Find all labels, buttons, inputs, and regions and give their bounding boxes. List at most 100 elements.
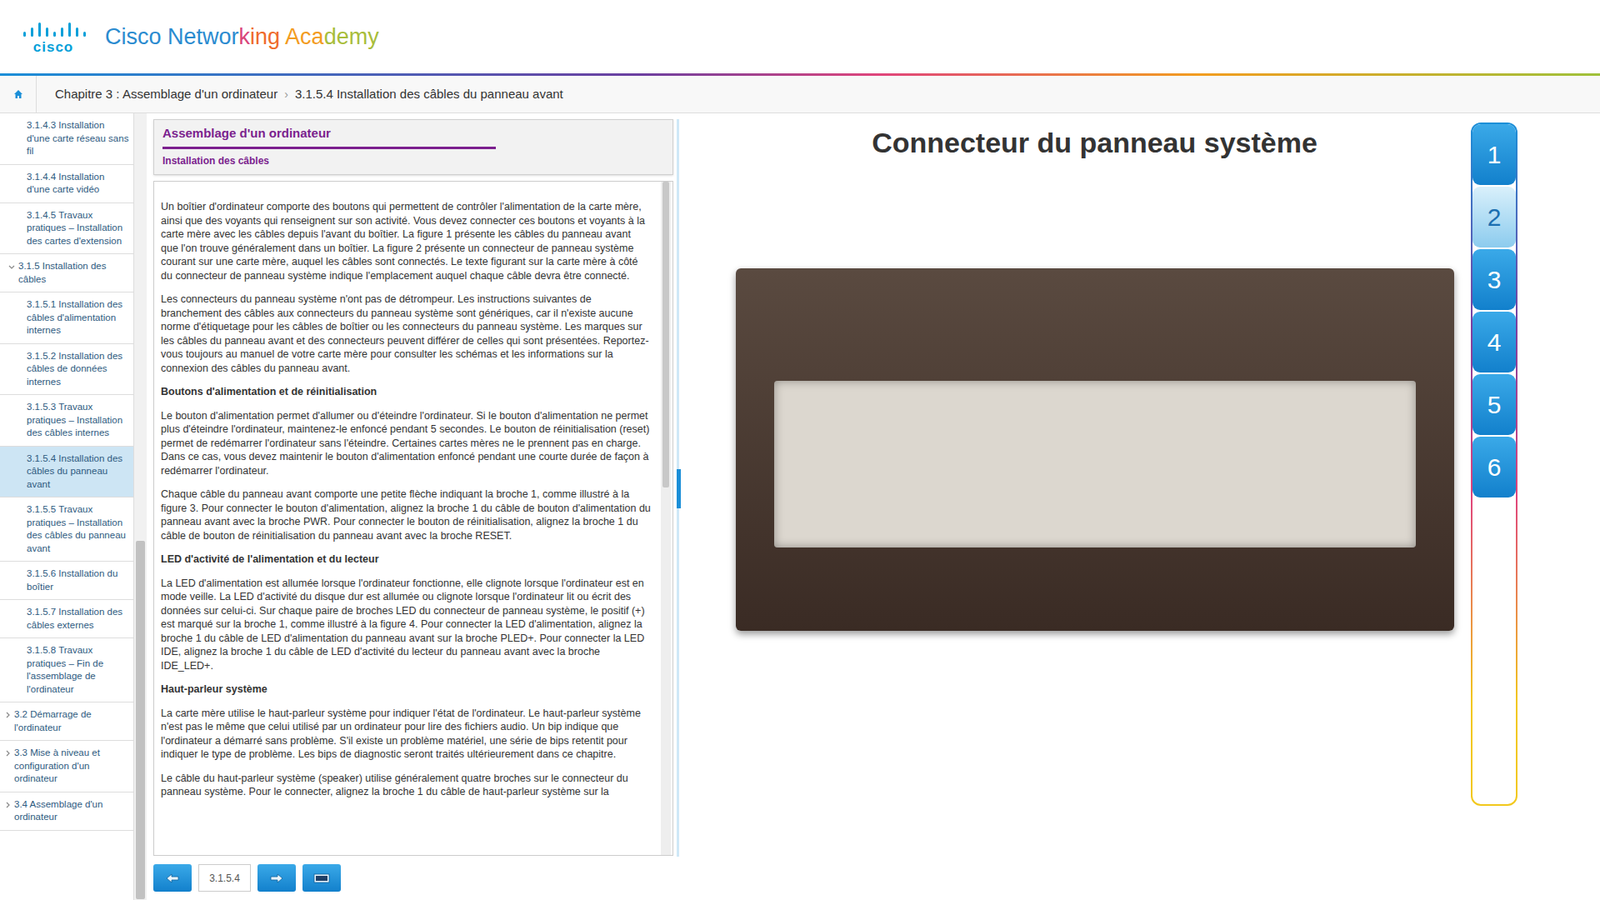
sidebar-item-body: 3.1.5.1 Installation des câbles d'alimen…	[0, 298, 130, 338]
sidebar-item-label: 3.2 Démarrage de l'ordinateur	[14, 708, 130, 735]
sidebar-item-body: 3.1.5.8 Travaux pratiques – Fin de l'ass…	[0, 644, 130, 696]
sidebar: 3.1.4.3 Installation d'une carte réseau …	[0, 113, 147, 900]
sidebar-item[interactable]: 3.1.4.3 Installation d'une carte réseau …	[0, 113, 134, 165]
figure-tab[interactable]: 4	[1472, 311, 1516, 373]
sidebar-item-label: 3.1.5.1 Installation des câbles d'alimen…	[26, 298, 130, 338]
sidebar-item-body: 3.1.5.3 Travaux pratiques – Installation…	[0, 400, 130, 440]
figure-tab[interactable]: 1	[1472, 124, 1516, 185]
sidebar-item[interactable]: 3.1.5 Installation des câbles	[0, 254, 134, 293]
figure-area: Connecteur du panneau système 1 2 3 4 5 6	[685, 113, 1600, 900]
sidebar-item[interactable]: 3.1.5.7 Installation des câbles externes	[0, 600, 134, 639]
figure-title: Connecteur du panneau système	[871, 125, 1318, 160]
page-nav: 3.1.5.4	[153, 864, 674, 892]
cisco-bars-icon	[20, 20, 87, 37]
chevron-right-icon[interactable]	[3, 749, 12, 758]
arrow-left-icon	[165, 873, 180, 884]
sidebar-item-label: 3.4 Assemblage d'un ordinateur	[14, 798, 130, 825]
paragraph: Un boîtier d'ordinateur comporte des bou…	[160, 200, 651, 283]
paragraph: La carte mère utilise le haut-parleur sy…	[160, 706, 651, 762]
page-number: 3.1.5.4	[209, 870, 240, 886]
content-subtitle: Installation des câbles	[162, 154, 665, 168]
divider-line	[676, 119, 680, 857]
sidebar-item[interactable]: 3.1.5.8 Travaux pratiques – Fin de l'ass…	[0, 638, 134, 703]
breadcrumb-item[interactable]: 3.1.5.4 Installation des câbles du panne…	[295, 85, 564, 105]
sidebar-item-body: 3.1.4.5 Travaux pratiques – Installation…	[0, 209, 130, 249]
brand-segment: k	[239, 24, 251, 50]
sidebar-scrollbar[interactable]	[134, 113, 147, 900]
sidebar-item[interactable]: 3.1.5.6 Installation du boîtier	[0, 561, 134, 600]
sidebar-item-body: 3.2 Démarrage de l'ordinateur	[0, 708, 130, 735]
screen-icon	[313, 873, 330, 884]
chevron-right-icon[interactable]	[3, 800, 12, 810]
sidebar-item-body: 3.1.5 Installation des câbles	[0, 260, 130, 286]
sidebar-item-body: 3.4 Assemblage d'un ordinateur	[0, 798, 130, 825]
figure-tab-label: 3	[1487, 267, 1502, 293]
panel-divider	[676, 113, 685, 900]
sidebar-item-body: 3.1.4.4 Installation d'une carte vidéo	[0, 170, 130, 197]
content-body: Un boîtier d'ordinateur comporte des bou…	[153, 180, 674, 856]
paragraph: Le câble du haut-parleur système (speake…	[160, 771, 651, 800]
title-underline	[162, 146, 496, 150]
paragraph: Chaque câble du panneau avant comporte u…	[160, 487, 651, 543]
chevron-down-icon[interactable]	[7, 262, 16, 271]
figure-photo	[735, 268, 1455, 631]
figure-tab[interactable]: 5	[1472, 374, 1516, 435]
figure-tab[interactable]: 3	[1472, 249, 1516, 310]
sidebar-item[interactable]: 3.3 Mise à niveau et configuration d'un …	[0, 740, 134, 793]
paragraph: La LED d'alimentation est allumée lorsqu…	[160, 576, 651, 674]
sidebar-item-label: 3.1.5.3 Travaux pratiques – Installation…	[26, 400, 130, 440]
section-heading: Boutons d'alimentation et de réinitialis…	[160, 385, 651, 400]
content-header: Assemblage d'un ordinateurInstallation d…	[153, 119, 674, 175]
figure-tab-label: 4	[1487, 330, 1502, 355]
sidebar-item-label: 3.1.4.3 Installation d'une carte réseau …	[26, 119, 130, 159]
paragraph: Le bouton d'alimentation permet d'allume…	[160, 409, 651, 479]
figure-tab-label: 6	[1487, 455, 1502, 480]
collapse-handle[interactable]	[676, 469, 681, 509]
sidebar-item-body: 3.1.4.3 Installation d'une carte réseau …	[0, 119, 130, 159]
sidebar-item-label: 3.1.5.4 Installation des câbles du panne…	[26, 452, 130, 492]
paragraph: Les connecteurs du panneau système n'ont…	[160, 292, 651, 375]
sidebar-item[interactable]: 3.1.4.5 Travaux pratiques – Installation…	[0, 203, 134, 255]
sidebar-item[interactable]: 3.2 Démarrage de l'ordinateur	[0, 702, 134, 741]
main-area: 3.1.4.3 Installation d'une carte réseau …	[0, 113, 1600, 900]
scrollbar-thumb[interactable]	[135, 540, 145, 900]
sidebar-item-body: 3.1.5.6 Installation du boîtier	[0, 567, 130, 594]
sidebar-item-label: 3.1.5.8 Travaux pratiques – Fin de l'ass…	[26, 644, 130, 696]
sidebar-item[interactable]: 3.1.5.1 Installation des câbles d'alimen…	[0, 292, 134, 345]
sidebar-item[interactable]: 3.1.4.4 Installation d'une carte vidéo	[0, 165, 134, 204]
breadcrumb-separator: ›	[284, 85, 289, 104]
chevron-right-icon[interactable]	[3, 710, 12, 720]
breadcrumb-item[interactable]: Chapitre 3 : Assemblage d'un ordinateur	[55, 85, 278, 105]
sidebar-item-body: 3.3 Mise à niveau et configuration d'un …	[0, 746, 130, 786]
brand-segment: Cisco Networ	[105, 24, 240, 50]
section-heading: LED d'activité de l'alimentation et du l…	[160, 552, 651, 567]
arrow-right-icon	[270, 873, 284, 884]
sidebar-item-body: 3.1.5.7 Installation des câbles externes	[0, 605, 130, 632]
sidebar-item-body: 3.1.5.4 Installation des câbles du panne…	[0, 452, 130, 492]
sidebar-item[interactable]: 3.1.5.2 Installation des câbles de donné…	[0, 344, 134, 396]
sidebar-item[interactable]: 3.4 Assemblage d'un ordinateur	[0, 792, 134, 831]
figure-tab-label: 2	[1487, 205, 1502, 230]
figure-tab[interactable]: 2	[1472, 186, 1516, 248]
page-number-field[interactable]: 3.1.5.4	[198, 864, 251, 892]
figure: Connecteur du panneau système	[685, 113, 1471, 900]
fullscreen-button[interactable]	[302, 864, 341, 892]
brand-name: Cisco Networking Academy	[105, 25, 380, 49]
logo-mark: cisco	[33, 40, 74, 55]
sidebar-item[interactable]: 3.1.5.3 Travaux pratiques – Installation…	[0, 395, 134, 447]
sidebar-item-label: 3.1.5.7 Installation des câbles externes	[26, 605, 130, 632]
sidebar-list: 3.1.4.3 Installation d'une carte réseau …	[0, 113, 135, 900]
sidebar-item-label: 3.3 Mise à niveau et configuration d'un …	[14, 746, 130, 786]
sidebar-item-label: 3.1.5 Installation des câbles	[18, 260, 130, 286]
content-scrollbar[interactable]	[660, 181, 671, 855]
scrollbar-thumb[interactable]	[662, 181, 670, 488]
brand-segment: Aca	[285, 24, 325, 50]
home-button[interactable]	[0, 75, 37, 113]
figure-tab[interactable]: 6	[1472, 436, 1516, 498]
cisco-logo[interactable]: cisco	[20, 20, 87, 55]
next-button[interactable]	[257, 864, 296, 892]
sidebar-item[interactable]: 3.1.5.5 Travaux pratiques – Installation…	[0, 497, 134, 562]
sidebar-item[interactable]: 3.1.5.4 Installation des câbles du panne…	[0, 446, 134, 499]
previous-button[interactable]	[153, 864, 192, 892]
figure-tabs: 1 2 3 4 5 6	[1470, 122, 1518, 806]
